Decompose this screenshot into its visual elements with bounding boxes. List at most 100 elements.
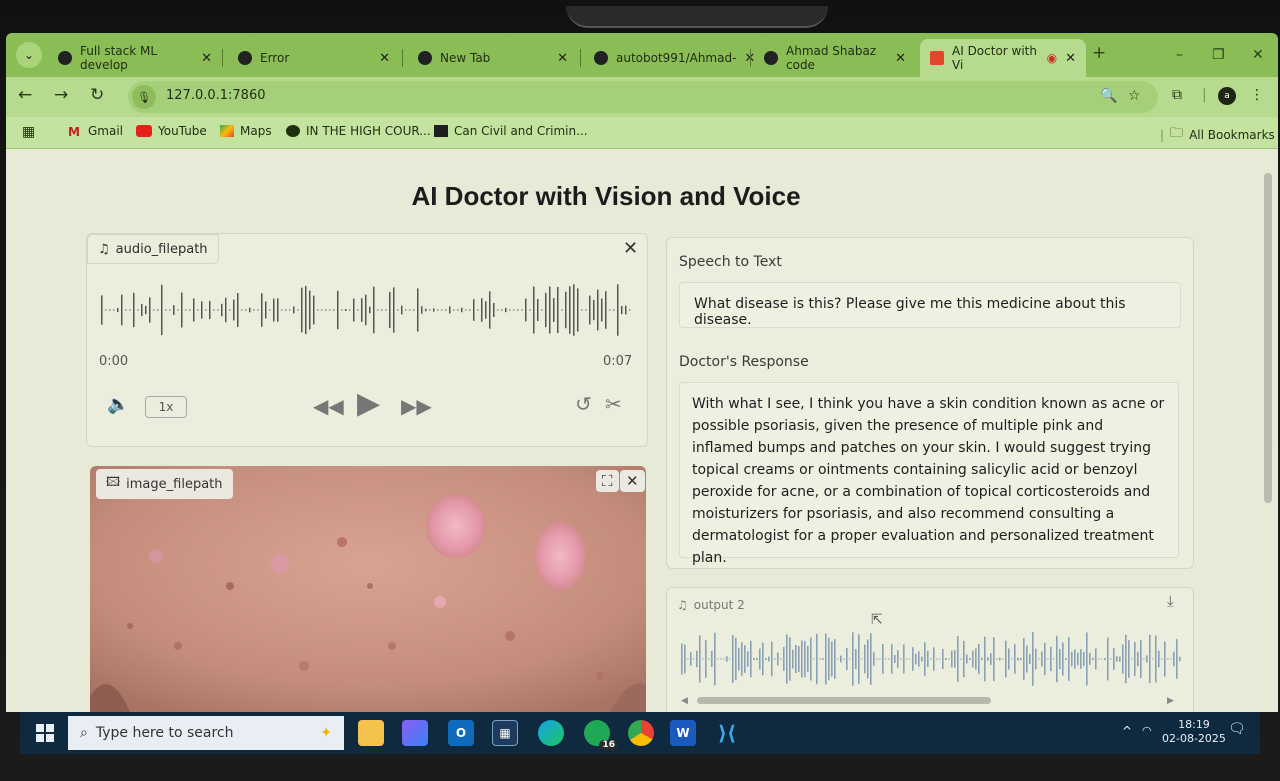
reload-icon[interactable]: ↻ (90, 85, 104, 105)
site-info-icon[interactable]: 🎙 (132, 85, 156, 109)
waveform-bar (876, 658, 878, 660)
waveform-bar (449, 306, 451, 314)
undo-icon[interactable]: ↺ (575, 392, 592, 416)
trim-scissors-icon[interactable]: ✂ (605, 392, 622, 416)
audio-clear-icon[interactable]: ✕ (623, 238, 638, 259)
screen: ⌄ Full stack ML develop ✕ Error ✕ New Ta… (0, 0, 1280, 781)
speech-to-text-field[interactable]: What disease is this? Please give me thi… (679, 282, 1181, 328)
waveform-bar (433, 308, 435, 312)
back-icon[interactable]: ← (18, 85, 32, 105)
window-close-icon[interactable]: ✕ (1252, 47, 1264, 63)
waveform-bar (213, 309, 215, 311)
waveform-bar (233, 299, 235, 321)
image-clear-icon[interactable]: ✕ (620, 470, 645, 492)
zoom-icon[interactable]: 🔍 (1100, 88, 1117, 104)
tab-ahmad-code[interactable]: Ahmad Shabaz code ✕ (754, 39, 916, 77)
rewind-icon[interactable]: ◀◀ (313, 394, 344, 418)
tab-close-icon[interactable]: ✕ (557, 51, 568, 66)
waveform-bar (849, 658, 851, 660)
tab-github[interactable]: autobot991/Ahmad- ✕ (584, 39, 755, 77)
waveform-bar (870, 633, 872, 685)
chrome-icon[interactable] (628, 720, 654, 746)
bookmark-civil-criminal[interactable]: Can Civil and Crimin... (434, 124, 588, 138)
doctor-response-field[interactable]: With what I see, I think you have a skin… (679, 382, 1179, 566)
fast-forward-icon[interactable]: ▶▶ (401, 394, 432, 418)
waveform-bar (684, 644, 686, 674)
volume-icon[interactable]: 🔈 (107, 394, 129, 415)
waveform-bar (1176, 639, 1178, 679)
minimize-icon[interactable]: – (1176, 47, 1183, 63)
waveform-bar (945, 658, 947, 660)
waveform-bar (1053, 658, 1055, 660)
bookmark-maps[interactable]: Maps (220, 124, 272, 138)
scroll-right-icon[interactable]: ▶ (1167, 696, 1174, 706)
waveform-bar (1041, 651, 1043, 667)
windows-start-icon[interactable] (36, 724, 54, 742)
file-explorer-icon[interactable] (358, 720, 384, 746)
waveform-bar (349, 309, 351, 311)
waveform-bar (915, 653, 917, 665)
menu-icon[interactable]: ⋮ (1250, 87, 1264, 103)
fullscreen-icon[interactable]: ⛶ (596, 470, 619, 492)
tab-new-tab[interactable]: New Tab ✕ (408, 39, 578, 77)
copilot-icon[interactable] (402, 720, 428, 746)
waveform-bar (1080, 649, 1082, 669)
waveform-bar (617, 284, 619, 336)
tab-error[interactable]: Error ✕ (228, 39, 400, 77)
new-tab-icon[interactable]: + (1092, 43, 1106, 63)
restore-icon[interactable]: ❐ (1212, 47, 1225, 63)
waveform-bar (867, 639, 869, 679)
download-icon[interactable]: ⤓ (1167, 592, 1174, 610)
extensions-icon[interactable]: ⧉ (1172, 87, 1182, 103)
waveform-bar (1125, 634, 1127, 684)
waveform-bar (939, 658, 941, 660)
all-bookmarks[interactable]: | 🗀 All Bookmarks (1160, 124, 1275, 146)
wifi-icon[interactable]: ◠ (1142, 724, 1152, 738)
tab-ai-doctor[interactable]: AI Doctor with Vi ◉ ✕ (920, 39, 1086, 77)
whatsapp-icon[interactable]: 16 (584, 720, 618, 750)
search-icon: ⌕ (80, 725, 88, 741)
bookmark-high-court[interactable]: IN THE HIGH COUR... (286, 124, 431, 138)
forward-icon[interactable]: → (54, 85, 68, 105)
store-icon[interactable]: ▦ (492, 720, 518, 746)
bookmark-youtube[interactable]: YouTube (136, 124, 207, 138)
playback-speed-button[interactable]: 1x (145, 396, 187, 418)
waveform-bar (493, 303, 495, 317)
tab-close-icon[interactable]: ✕ (895, 51, 906, 66)
clock[interactable]: 18:19 02-08-2025 (1162, 718, 1226, 746)
address-bar[interactable]: 🎙 127.0.0.1:7860 🔍 ☆ (128, 81, 1158, 113)
profile-avatar[interactable]: a (1218, 87, 1236, 105)
bookmark-star-icon[interactable]: ☆ (1128, 88, 1141, 104)
waveform-bar (843, 658, 845, 660)
tab-search-icon[interactable]: ⌄ (16, 42, 42, 68)
play-icon[interactable]: ▶ (357, 386, 380, 421)
vscode-icon[interactable]: ⟩⟨ (714, 720, 740, 746)
taskbar-search[interactable]: ⌕ Type here to search ✦ (68, 716, 344, 750)
horizontal-scrollbar[interactable] (697, 697, 991, 704)
scroll-left-icon[interactable]: ◀ (681, 696, 688, 706)
waveform-bar (1158, 650, 1160, 668)
waveform-bar (990, 653, 992, 665)
waveform-bar (1149, 634, 1151, 684)
vertical-scrollbar[interactable] (1264, 173, 1272, 503)
tab-full-stack[interactable]: Full stack ML develop ✕ (48, 39, 222, 77)
word-icon[interactable]: W (670, 720, 696, 746)
outlook-icon[interactable]: O (448, 720, 474, 746)
image-input-panel[interactable]: 🖾 image_filepath ⛶ ✕ (90, 466, 646, 712)
tab-close-icon[interactable]: ✕ (1065, 51, 1076, 66)
edge-icon[interactable] (538, 720, 564, 746)
waveform-bar (629, 309, 631, 311)
waveform-bar (513, 309, 515, 311)
waveform-bar (1032, 632, 1034, 686)
apps-grid-icon[interactable]: ▦ (22, 124, 35, 140)
audio-output-waveform[interactable] (681, 628, 1181, 690)
tab-close-icon[interactable]: ✕ (201, 51, 212, 66)
waveform-bar (117, 307, 119, 313)
audio-input-waveform[interactable] (101, 280, 631, 340)
copilot-sparkle-icon[interactable]: ✦ (320, 725, 332, 741)
waveform-bar (413, 309, 415, 311)
tab-close-icon[interactable]: ✕ (379, 51, 390, 66)
tray-chevron-icon[interactable]: ^ (1122, 724, 1132, 738)
bookmark-gmail[interactable]: M Gmail (68, 124, 123, 139)
notification-icon[interactable]: 🗨 (1228, 722, 1246, 736)
